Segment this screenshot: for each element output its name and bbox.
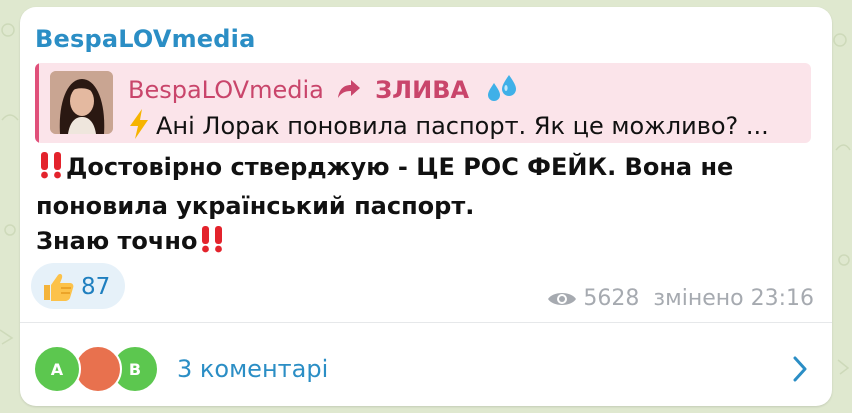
reply-thumbnail: [50, 71, 113, 134]
forward-arrow-icon: [337, 77, 361, 105]
chevron-right-icon: [792, 355, 808, 387]
message-body: Достовірно стверджую - ЦЕ РОС ФЕЙК. Вона…: [36, 150, 816, 263]
comments-button[interactable]: A B 3 коментарі: [20, 323, 832, 406]
commenter-avatar: A: [33, 345, 81, 393]
message-line-3: Знаю точно: [36, 224, 816, 263]
message-line-1: Достовірно стверджую - ЦЕ РОС ФЕЙК. Вона…: [36, 150, 816, 189]
views-count: 5628: [583, 286, 640, 311]
eye-icon: [547, 289, 577, 315]
thumbs-up-icon: [41, 272, 75, 306]
reply-quote[interactable]: BespaLOVmedia ЗЛИВА Ані Лорак поновила п…: [35, 63, 811, 143]
reply-text: Ані Лорак поновила паспорт. Як це можлив…: [128, 109, 769, 143]
message-text-line-1: Достовірно стверджую - ЦЕ РОС ФЕЙК. Вона…: [66, 153, 734, 181]
reaction-count: 87: [81, 274, 111, 300]
reply-accent-bar: [35, 63, 39, 143]
message-text-line-3: Знаю точно: [36, 227, 198, 255]
message-card: BespaLOVmedia BespaLOVmedia ЗЛИВА Ані Ло…: [20, 7, 832, 406]
sweat-droplets-icon: [485, 73, 519, 109]
reply-thumbnail-image: [50, 71, 113, 134]
edited-time: змінено 23:16: [653, 286, 814, 311]
reply-title: BespaLOVmedia ЗЛИВА: [128, 73, 519, 109]
message-text-line-2: поновила український паспорт.: [36, 192, 475, 220]
commenter-avatar: [74, 345, 122, 393]
comments-label: 3 коментарі: [177, 355, 329, 383]
message-meta: 5628 змінено 23:16: [547, 286, 814, 315]
high-voltage-icon: [128, 109, 150, 143]
reply-text-content: Ані Лорак поновила паспорт. Як це можлив…: [156, 112, 769, 140]
reply-author: BespaLOVmedia: [128, 76, 324, 104]
double-exclamation-icon: [197, 225, 227, 263]
double-exclamation-icon: [36, 151, 66, 189]
channel-name[interactable]: BespaLOVmedia: [35, 25, 256, 53]
reaction-thumbs-up[interactable]: 87: [31, 263, 125, 309]
reply-tag: ЗЛИВА: [375, 76, 470, 104]
